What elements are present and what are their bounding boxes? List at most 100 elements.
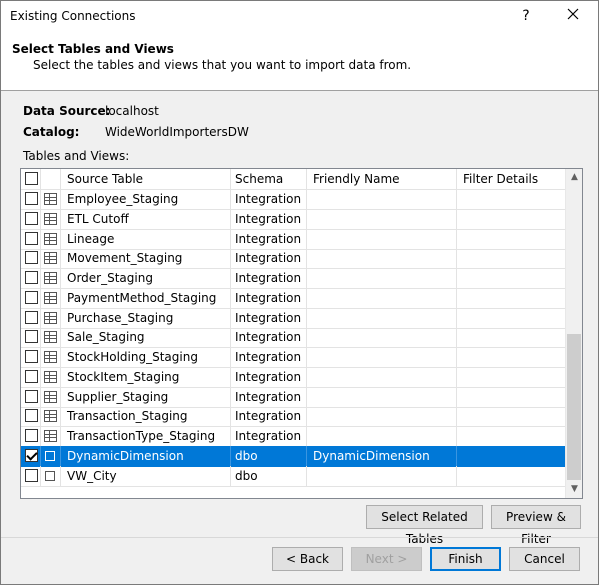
column-header-source-table[interactable]: Source Table [61, 169, 231, 189]
filter-details-cell[interactable] [457, 426, 565, 446]
friendly-name-cell[interactable] [307, 406, 457, 427]
row-icon-cell [41, 307, 61, 328]
row-check-cell [21, 327, 41, 348]
schema-cell: Integration [231, 287, 307, 308]
row-checkbox[interactable] [25, 429, 38, 442]
preview-filter-button[interactable]: Preview & Filter [491, 505, 581, 546]
filter-details-cell[interactable] [457, 248, 565, 268]
back-button[interactable]: < Back [272, 547, 343, 571]
table-row[interactable]: VW_City dbo [21, 465, 565, 487]
friendly-name-cell[interactable] [307, 465, 457, 486]
filter-details-cell[interactable] [457, 308, 565, 328]
row-checkbox[interactable] [25, 369, 38, 383]
table-row[interactable]: Lineage Integration [21, 228, 565, 250]
scroll-up-icon[interactable]: ▲ [566, 169, 582, 186]
vertical-scrollbar[interactable]: ▲ ▼ [565, 169, 582, 498]
row-icon-cell [41, 366, 61, 387]
scroll-thumb[interactable] [567, 334, 581, 480]
filter-details-cell[interactable] [457, 209, 565, 229]
friendly-name-cell[interactable] [307, 228, 457, 249]
table-icon [44, 430, 57, 442]
row-checkbox[interactable] [25, 231, 38, 245]
table-row[interactable]: StockItem_Staging Integration [21, 366, 565, 388]
friendly-name-cell[interactable] [307, 386, 457, 407]
row-check-cell [21, 248, 41, 269]
row-icon-cell [41, 248, 61, 269]
table-row[interactable]: PaymentMethod_Staging Integration [21, 287, 565, 309]
table-row[interactable]: TransactionType_Staging Integration [21, 426, 565, 447]
table-row[interactable]: Purchase_Staging Integration [21, 307, 565, 329]
wizard-header: Select Tables and Views Select the table… [1, 32, 598, 91]
filter-details-cell[interactable] [457, 446, 565, 466]
row-checkbox[interactable] [25, 251, 38, 265]
friendly-name-cell[interactable] [307, 426, 457, 446]
friendly-name-cell[interactable] [307, 248, 457, 269]
table-row[interactable]: Supplier_Staging Integration [21, 386, 565, 408]
close-icon[interactable] [563, 6, 583, 26]
row-checkbox[interactable] [25, 330, 38, 344]
friendly-name-cell[interactable]: DynamicDimension [307, 445, 457, 466]
table-row[interactable]: ETL Cutoff Integration [21, 208, 565, 230]
table-row[interactable]: Transaction_Staging Integration [21, 406, 565, 428]
friendly-name-cell[interactable] [307, 208, 457, 229]
tables-grid[interactable]: Source Table Schema Friendly Name Filter… [20, 168, 583, 499]
column-header-filter-details[interactable]: Filter Details [457, 169, 565, 189]
finish-button[interactable]: Finish [430, 547, 501, 571]
friendly-name-cell[interactable] [307, 307, 457, 328]
filter-details-cell[interactable] [457, 189, 565, 209]
filter-details-cell[interactable] [457, 387, 565, 407]
row-checkbox[interactable] [25, 389, 38, 403]
next-button[interactable]: Next > [351, 547, 422, 571]
help-icon[interactable]: ? [516, 6, 536, 26]
table-icon [44, 331, 57, 344]
filter-details-cell[interactable] [457, 347, 565, 367]
row-icon-cell [41, 445, 61, 466]
row-checkbox[interactable] [25, 192, 38, 205]
column-header-friendly-name[interactable]: Friendly Name [307, 169, 457, 189]
row-checkbox[interactable] [25, 271, 38, 284]
table-row[interactable]: Movement_Staging Integration [21, 248, 565, 270]
filter-details-cell[interactable] [457, 466, 565, 486]
filter-details-cell[interactable] [457, 229, 565, 249]
row-check-cell [21, 426, 41, 446]
filter-details-cell[interactable] [457, 367, 565, 387]
table-row[interactable]: Order_Staging Integration [21, 268, 565, 289]
filter-details-cell[interactable] [457, 288, 565, 308]
schema-cell: Integration [231, 406, 307, 427]
page-subtitle: Select the tables and views that you wan… [33, 58, 412, 72]
friendly-name-cell[interactable] [307, 366, 457, 387]
friendly-name-cell[interactable] [307, 268, 457, 288]
filter-details-cell[interactable] [457, 406, 565, 426]
table-row[interactable]: Sale_Staging Integration [21, 327, 565, 349]
tables-and-views-label: Tables and Views: [23, 149, 130, 163]
select-all-checkbox[interactable] [25, 172, 38, 185]
table-icon [44, 410, 57, 423]
row-checkbox[interactable] [25, 211, 38, 225]
row-icon-cell [41, 208, 61, 229]
row-checkbox[interactable] [25, 290, 38, 304]
friendly-name-cell[interactable] [307, 287, 457, 308]
filter-details-cell[interactable] [457, 268, 565, 288]
friendly-name-cell[interactable] [307, 327, 457, 348]
select-related-tables-button[interactable]: Select Related Tables [366, 505, 483, 546]
column-header-schema[interactable]: Schema [231, 169, 307, 189]
row-checkbox[interactable] [25, 310, 38, 324]
table-icon [44, 390, 57, 403]
existing-connections-dialog: Existing Connections ? Select Tables and… [0, 0, 599, 585]
table-row[interactable]: StockHolding_Staging Integration [21, 347, 565, 368]
table-row[interactable]: Employee_Staging Integration [21, 189, 565, 210]
schema-cell: Integration [231, 386, 307, 407]
row-checkbox[interactable] [25, 468, 38, 482]
schema-cell: Integration [231, 189, 307, 209]
source-table-cell: Order_Staging [61, 268, 231, 288]
row-checkbox[interactable] [25, 350, 38, 363]
row-checkbox[interactable] [25, 448, 38, 462]
table-row[interactable]: DynamicDimension dbo DynamicDimension [21, 445, 565, 467]
cancel-button[interactable]: Cancel [509, 547, 580, 571]
filter-details-cell[interactable] [457, 327, 565, 347]
source-table-cell: Employee_Staging [61, 189, 231, 209]
row-checkbox[interactable] [25, 409, 38, 423]
scroll-down-icon[interactable]: ▼ [566, 481, 582, 498]
friendly-name-cell[interactable] [307, 347, 457, 367]
friendly-name-cell[interactable] [307, 189, 457, 209]
